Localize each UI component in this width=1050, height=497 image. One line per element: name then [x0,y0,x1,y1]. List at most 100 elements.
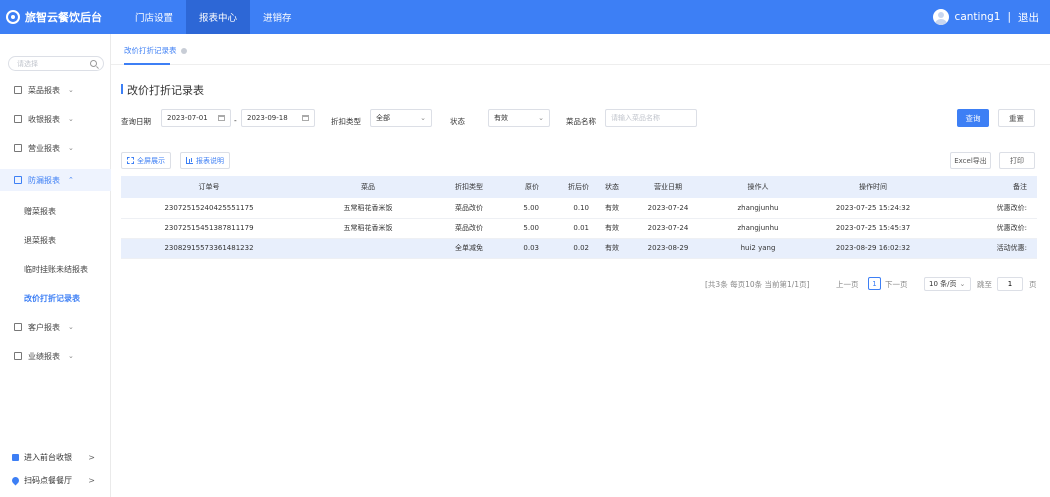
goto-label: 跳至 [977,280,992,289]
fullscreen-button[interactable]: 全屏展示 [121,152,171,169]
sidebar-sub-gift-dish[interactable]: 赠菜报表 [0,206,111,217]
sidebar-menu-business-report[interactable]: 营业报表 ⌄ [0,137,111,159]
search-icon[interactable] [90,60,97,67]
chevron-down-icon: ⌄ [68,144,74,152]
cell-discount-type: 菜品改价 [439,198,499,219]
sidebar-menu-leak-report[interactable]: 防漏报表 ⌃ [0,169,111,191]
user-area: canting1 | 退出 [932,0,1039,34]
excel-export-button[interactable]: Excel导出 [950,152,991,169]
scan-order-link[interactable]: 扫码点餐餐厅 > [0,475,111,486]
reset-button[interactable]: 重置 [998,109,1035,127]
tab-label: 改价打折记录表 [124,46,177,55]
chevron-up-icon: ⌃ [68,176,74,184]
sidebar-menu-dish-report[interactable]: 菜品报表 ⌄ [0,79,111,101]
calendar-icon [302,115,309,121]
logo-icon [6,10,20,24]
status-select[interactable]: 有效 ⌄ [488,109,550,127]
app-logo[interactable]: 旅智云餐饮后台 [0,9,122,25]
tab-strip: 改价打折记录表 [111,34,1050,65]
username[interactable]: canting1 [955,11,1001,23]
current-page-button[interactable]: 1 [868,277,881,290]
cell-status: 有效 [595,218,629,239]
discount-type-select[interactable]: 全部 ⌄ [370,109,432,127]
app-title: 旅智云餐饮后台 [25,11,102,24]
pagination-summary: [共3条 每页10条 当前第1/1页] [705,280,810,289]
col-discounted-price[interactable]: 折后价 [545,176,595,198]
table-row[interactable]: 23072515240425551175 五常稻花香米饭 菜品改价 5.00 0… [121,198,1037,219]
logout-link[interactable]: 退出 [1018,10,1039,25]
enter-cashier-link[interactable]: 进入前台收银 > [0,452,111,463]
sidebar-menu-performance-report[interactable]: 业绩报表 ⌄ [0,345,111,367]
location-pin-icon [10,475,21,486]
scan-order-label: 扫码点餐餐厅 [24,476,72,485]
col-operate-time[interactable]: 操作时间 [809,176,937,198]
page-size-select[interactable]: 10 条/页 ⌄ [924,277,971,291]
chevron-right-icon: > [88,453,95,462]
print-button[interactable]: 打印 [999,152,1035,169]
status-label: 状态 [450,117,465,126]
discount-type-label: 折扣类型 [331,117,361,126]
col-operator[interactable]: 操作人 [707,176,809,198]
table-row[interactable]: 23072515451387811179 五常稻花香米饭 菜品改价 5.00 0… [121,218,1037,239]
performance-report-icon [14,352,22,360]
dish-name-input[interactable] [605,109,697,127]
enter-cashier-label: 进入前台收银 [24,453,72,462]
main-content: 改价打折记录表 查询日期 2023-07-01 - 2023-09-18 折扣类… [111,65,1050,497]
cell-status: 有效 [595,198,629,219]
cell-operator: zhangjunhu [707,198,809,219]
query-button[interactable]: 查询 [957,109,989,127]
col-original-price[interactable]: 原价 [499,176,545,198]
cell-dish: 五常稻花香米饭 [297,218,439,239]
user-separator: | [1007,11,1011,23]
goto-page-input[interactable] [997,277,1023,291]
date-from-input[interactable]: 2023-07-01 [161,109,231,127]
col-business-date[interactable]: 营业日期 [629,176,707,198]
col-remark[interactable]: 备注 [937,176,1037,198]
avatar[interactable] [932,9,949,25]
report-info-label: 报表说明 [196,156,224,165]
date-to-input[interactable]: 2023-09-18 [241,109,315,127]
discount-type-value: 全部 [376,114,390,122]
tab-price-change-record[interactable]: 改价打折记录表 [124,45,187,56]
col-dish[interactable]: 菜品 [297,176,439,198]
next-page-button[interactable]: 下一页 [885,279,908,290]
sidebar-menu-customer-report[interactable]: 客户报表 ⌄ [0,316,111,338]
cell-business-date: 2023-07-24 [629,218,707,239]
chevron-down-icon: ⌄ [68,115,74,123]
close-icon[interactable] [180,48,187,54]
nav-report-center[interactable]: 报表中心 [186,0,251,34]
table-row[interactable]: 23082915573361481232 全单减免 0.03 0.02 有效 2… [121,238,1037,259]
cell-operator: hui2 yang [707,238,809,259]
col-order-no[interactable]: 订单号 [121,176,297,198]
cell-discount-type: 菜品改价 [439,218,499,239]
col-discount-type[interactable]: 折扣类型 [439,176,499,198]
cell-remark: 活动优惠: [937,238,1037,259]
dish-report-icon [14,86,22,94]
sidebar-search [8,56,104,71]
prev-page-button[interactable]: 上一页 [836,279,859,290]
cell-operate-time: 2023-07-25 15:24:32 [809,198,937,219]
cell-business-date: 2023-08-29 [629,238,707,259]
sidebar-sub-price-change[interactable]: 改价打折记录表 [0,293,111,304]
sidebar-menu-label: 收银报表 [28,114,60,124]
customer-report-icon [14,323,22,331]
cell-original-price: 0.03 [499,238,545,259]
chevron-down-icon: ⌄ [68,323,74,331]
col-status[interactable]: 状态 [595,176,629,198]
sidebar-menu-label: 防漏报表 [28,175,60,185]
sidebar-sub-return-dish[interactable]: 退菜报表 [0,235,111,246]
chevron-down-icon: ⌄ [68,86,74,94]
sidebar-search-input[interactable] [17,59,87,68]
nav-store-settings[interactable]: 门店设置 [122,0,186,34]
date-to-value: 2023-09-18 [247,114,288,122]
date-from-value: 2023-07-01 [167,114,208,122]
chevron-right-icon: > [88,476,95,485]
page-title: 改价打折记录表 [121,82,204,98]
report-info-button[interactable]: 报表说明 [180,152,230,169]
calendar-icon [218,115,225,121]
cell-operate-time: 2023-08-29 16:02:32 [809,238,937,259]
sidebar-menu-cashier-report[interactable]: 收银报表 ⌄ [0,108,111,130]
nav-inventory[interactable]: 进销存 [250,0,305,34]
sidebar-sub-temp-credit[interactable]: 临时挂账未结报表 [0,264,111,275]
chevron-down-icon: ⌄ [959,280,966,288]
